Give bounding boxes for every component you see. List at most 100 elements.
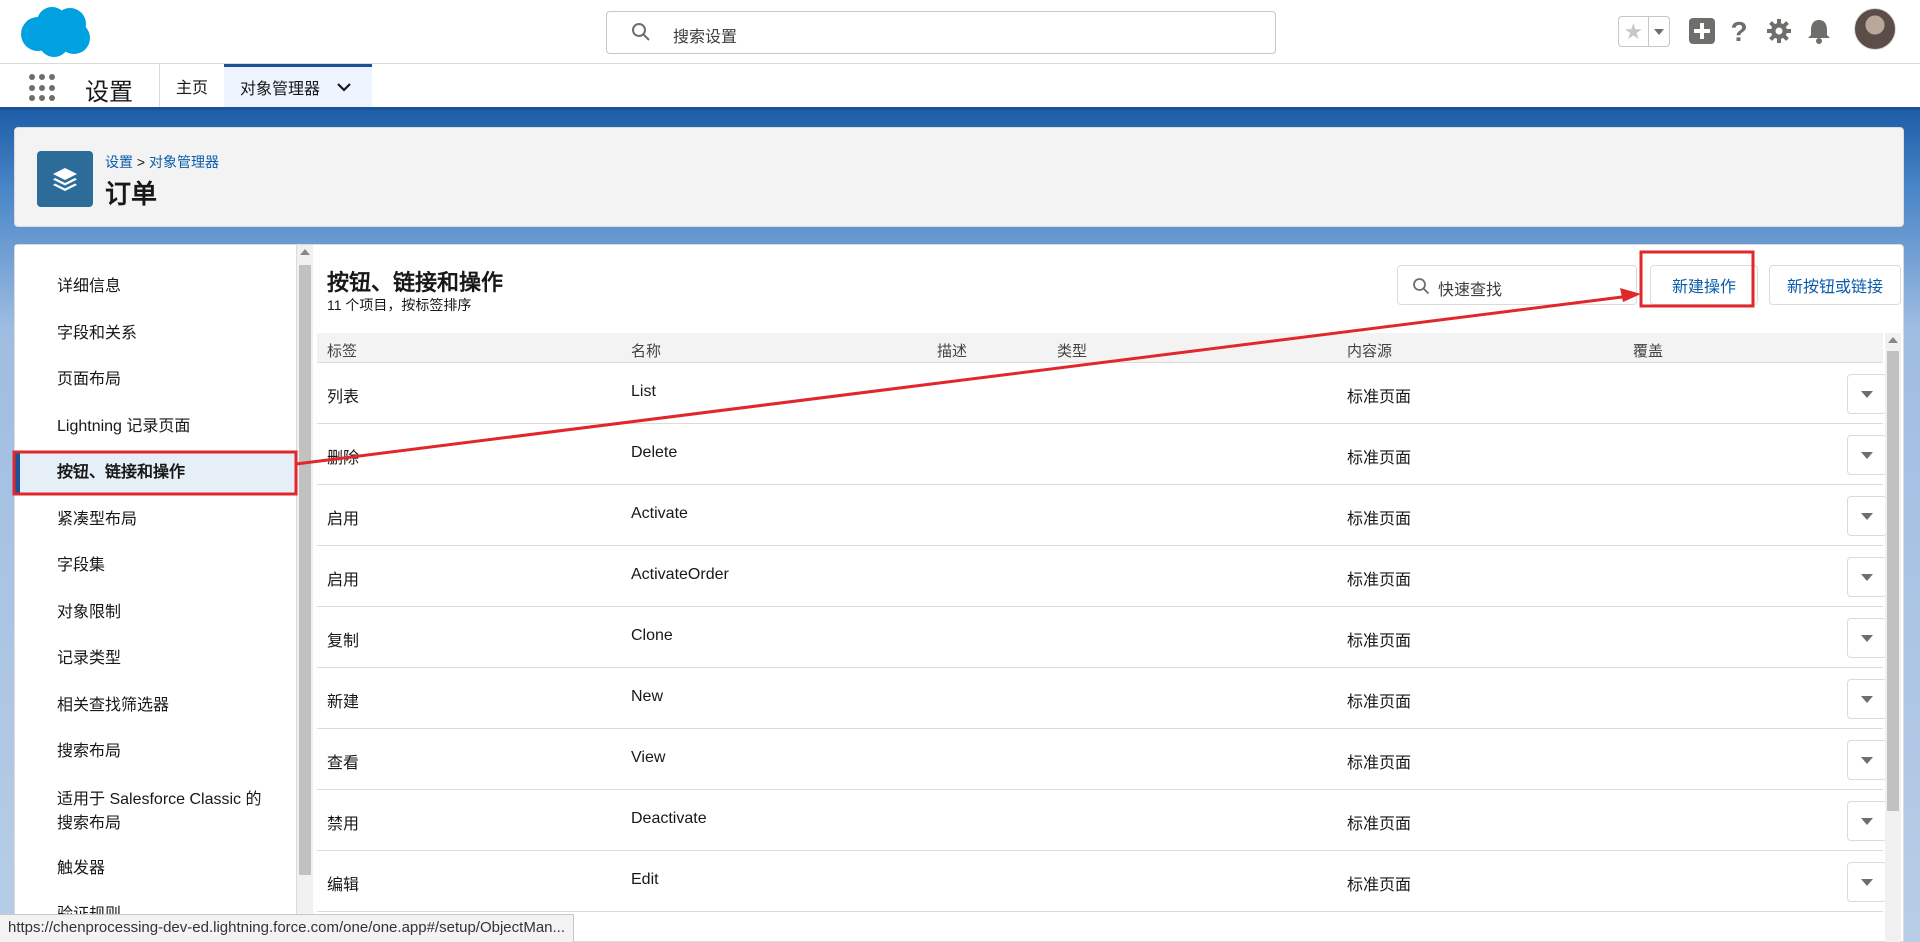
- table-row: 启用 ActivateOrder 标准页面: [317, 546, 1887, 607]
- content-panel: 按钮、链接和操作 11 个项目，按标签排序 快速查找 新建操作 新按钮或链接 标…: [317, 245, 1903, 942]
- chevron-down-icon: [1861, 451, 1873, 459]
- breadcrumb-setup-link[interactable]: 设置: [105, 154, 133, 170]
- cell-name-link[interactable]: ActivateOrder: [631, 566, 729, 584]
- row-actions-menu-button[interactable]: [1847, 496, 1887, 536]
- table-scrollbar-thumb[interactable]: [1887, 351, 1899, 811]
- search-placeholder: 搜索设置: [673, 29, 738, 46]
- scroll-up-arrow-icon[interactable]: [1888, 337, 1898, 343]
- table-body: 列表 List 标准页面 删除 Delete 标准页面 启用 Activate 标准页面 启用 Ac…: [317, 363, 1887, 912]
- cell-content-source: 标准页面: [1347, 755, 1412, 772]
- global-header: 搜索设置 ★ ?: [0, 0, 1920, 64]
- sidebar-item-compact-layouts[interactable]: 紧凑型布局: [15, 508, 297, 532]
- chevron-down-icon: [1861, 390, 1873, 398]
- buttons-links-actions-table: 标签 名称 描述 类型 内容源 覆盖 列表 List 标准页面 删除 Delete 标准页…: [317, 333, 1887, 912]
- sidebar-scrollbar[interactable]: [297, 245, 313, 942]
- scroll-up-arrow-icon[interactable]: [300, 249, 310, 255]
- cell-name-link[interactable]: Edit: [631, 871, 659, 889]
- cell-label: 启用: [327, 511, 360, 528]
- row-actions-menu-button[interactable]: [1847, 679, 1887, 719]
- column-header-description[interactable]: 描述: [937, 340, 967, 361]
- object-sidebar: 详细信息 字段和关系 页面布局 Lightning 记录页面 按钮、链接和操作 …: [15, 245, 297, 942]
- row-actions-menu-button[interactable]: [1847, 557, 1887, 597]
- section-subtitle: 11 个项目，按标签排序: [327, 297, 472, 313]
- cell-content-source: 标准页面: [1347, 694, 1412, 711]
- cell-name-link[interactable]: Deactivate: [631, 810, 707, 828]
- context-bar: 设置 主页 对象管理器: [0, 64, 1920, 110]
- user-avatar[interactable]: [1854, 8, 1896, 50]
- row-actions-menu-button[interactable]: [1847, 618, 1887, 658]
- chevron-down-icon: [1861, 878, 1873, 886]
- setup-gear-icon[interactable]: [1764, 16, 1794, 46]
- row-actions-menu-button[interactable]: [1847, 801, 1887, 841]
- favorites-dropdown-icon[interactable]: [1647, 17, 1669, 46]
- cell-content-source: 标准页面: [1347, 816, 1412, 833]
- cell-label: 新建: [327, 694, 360, 711]
- column-header-type[interactable]: 类型: [1057, 340, 1087, 361]
- cell-content-source: 标准页面: [1347, 450, 1412, 467]
- sidebar-item-record-types[interactable]: 记录类型: [15, 647, 297, 671]
- cell-name-link[interactable]: Delete: [631, 444, 677, 462]
- table-row: 查看 View 标准页面: [317, 729, 1887, 790]
- notifications-bell-icon[interactable]: [1804, 16, 1834, 46]
- cell-content-source: 标准页面: [1347, 877, 1412, 894]
- cell-name-link[interactable]: List: [631, 383, 656, 401]
- cell-name-link[interactable]: Clone: [631, 627, 673, 645]
- svg-text:?: ?: [1730, 17, 1747, 45]
- chevron-down-icon: [1861, 512, 1873, 520]
- row-actions-menu-button[interactable]: [1847, 374, 1887, 414]
- chevron-down-icon[interactable]: [336, 79, 352, 95]
- cell-label: 禁用: [327, 816, 360, 833]
- app-name: 设置: [85, 79, 133, 106]
- row-actions-menu-button[interactable]: [1847, 435, 1887, 475]
- cell-name-link[interactable]: New: [631, 688, 663, 706]
- cell-name-link[interactable]: Activate: [631, 505, 688, 523]
- search-icon: [632, 23, 650, 41]
- help-icon[interactable]: ?: [1724, 16, 1754, 46]
- sidebar-item-search-layouts[interactable]: 搜索布局: [15, 740, 297, 764]
- sidebar-item-fields-relationships[interactable]: 字段和关系: [15, 322, 297, 346]
- sidebar-scrollbar-thumb[interactable]: [299, 265, 311, 875]
- search-icon: [1413, 278, 1430, 295]
- breadcrumb-object-manager-link[interactable]: 对象管理器: [149, 154, 219, 170]
- sidebar-item-field-sets[interactable]: 字段集: [15, 554, 297, 578]
- cell-label: 删除: [327, 450, 360, 467]
- new-button-or-link-button[interactable]: 新按钮或链接: [1769, 265, 1901, 305]
- global-search-input[interactable]: 搜索设置: [606, 11, 1276, 54]
- row-actions-menu-button[interactable]: [1847, 862, 1887, 902]
- sidebar-item-details[interactable]: 详细信息: [15, 275, 297, 299]
- sidebar-item-lightning-record-pages[interactable]: Lightning 记录页面: [15, 415, 297, 439]
- table-header: 标签 名称 描述 类型 内容源 覆盖: [317, 333, 1883, 363]
- sidebar-item-object-limits[interactable]: 对象限制: [15, 601, 297, 625]
- column-header-label[interactable]: 标签: [327, 340, 357, 361]
- column-header-overridden[interactable]: 覆盖: [1633, 340, 1663, 361]
- sidebar-item-triggers[interactable]: 触发器: [15, 857, 297, 881]
- table-row: 删除 Delete 标准页面: [317, 424, 1887, 485]
- chevron-down-icon: [1861, 573, 1873, 581]
- tab-object-manager-label: 对象管理器: [240, 81, 321, 98]
- global-create-icon[interactable]: [1687, 16, 1717, 46]
- cell-name-link[interactable]: View: [631, 749, 665, 767]
- column-header-name[interactable]: 名称: [631, 340, 661, 361]
- chevron-down-icon: [1861, 634, 1873, 642]
- chevron-down-icon: [1861, 756, 1873, 764]
- sidebar-item-page-layouts[interactable]: 页面布局: [15, 368, 297, 392]
- quick-find-placeholder: 快速查找: [1438, 282, 1503, 299]
- favorites-star-icon[interactable]: ★: [1619, 17, 1648, 46]
- tab-home[interactable]: 主页: [160, 64, 224, 107]
- cell-label: 列表: [327, 389, 360, 406]
- tab-object-manager[interactable]: 对象管理器: [224, 64, 372, 107]
- sidebar-item-lookup-filters[interactable]: 相关查找筛选器: [15, 694, 297, 718]
- breadcrumb-separator: >: [136, 154, 146, 170]
- browser-status-bar: https://chenprocessing-dev-ed.lightning.…: [0, 914, 574, 942]
- table-scrollbar[interactable]: [1885, 333, 1901, 942]
- row-actions-menu-button[interactable]: [1847, 740, 1887, 780]
- new-action-button[interactable]: 新建操作: [1650, 265, 1758, 305]
- sidebar-item-buttons-links-actions[interactable]: 按钮、链接和操作: [15, 453, 297, 493]
- column-header-content-source[interactable]: 内容源: [1347, 340, 1392, 361]
- main-card: 详细信息 字段和关系 页面布局 Lightning 记录页面 按钮、链接和操作 …: [14, 244, 1904, 942]
- sidebar-item-classic-search-layouts[interactable]: 适用于 Salesforce Classic 的搜索布局: [15, 788, 265, 836]
- app-launcher-icon[interactable]: [29, 74, 57, 102]
- salesforce-logo[interactable]: [18, 6, 92, 58]
- section-title: 按钮、链接和操作: [327, 270, 504, 295]
- quick-find-input[interactable]: 快速查找: [1397, 265, 1637, 305]
